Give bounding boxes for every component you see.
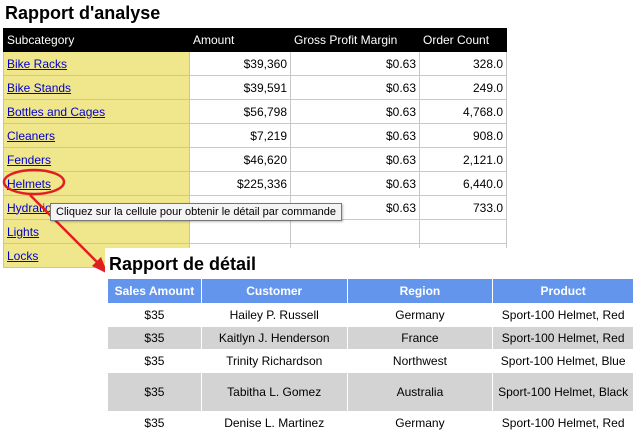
analysis-table: Subcategory Amount Gross Profit Margin O… [3, 28, 507, 268]
table-row: $35 Trinity Richardson Northwest Sport-100 … [107, 349, 634, 373]
amount-cell[interactable] [189, 219, 291, 244]
column-header-order-count: Order Count [419, 28, 507, 52]
gross-profit-margin-cell[interactable] [290, 219, 420, 244]
table-row: $35 Kaitlyn J. Henderson France Sport-100 H… [107, 326, 634, 350]
subcategory-cell: Bike Stands [3, 75, 190, 100]
subcategory-link[interactable]: Fenders [7, 153, 51, 167]
product-cell: Sport-100 Helmet, Black [492, 372, 634, 412]
customer-cell: Trinity Richardson [200, 349, 348, 373]
table-row: Fenders $46,620 $0.63 2,121.0 [3, 147, 507, 172]
order-count-cell[interactable]: 6,440.0 [419, 171, 507, 196]
drilldown-tooltip: Cliquez sur la cellule pour obtenir le d… [50, 203, 343, 221]
table-row: $35 Hailey P. Russell Germany Sport-100 Hel… [107, 303, 634, 327]
subcategory-link[interactable]: Lights [7, 225, 39, 239]
subcategory-link[interactable]: Bike Stands [7, 81, 71, 95]
product-cell: Sport-100 Helmet, Red [492, 303, 634, 327]
subcategory-cell: Bike Racks [3, 51, 190, 76]
sales-amount-cell: $35 [107, 303, 202, 327]
sales-amount-cell: $35 [107, 372, 202, 412]
amount-cell[interactable]: $56,798 [189, 99, 291, 124]
region-cell: France [346, 326, 494, 350]
column-header-sales-amount: Sales Amount [107, 278, 202, 304]
product-cell: Sport-100 Helmet, Blue [492, 349, 634, 373]
table-row: Cleaners $7,219 $0.63 908.0 [3, 123, 507, 148]
detail-report-title: Rapport de détail [109, 254, 257, 274]
sales-amount-cell: $35 [107, 411, 202, 435]
order-count-cell[interactable]: 4,768.0 [419, 99, 507, 124]
order-count-cell[interactable]: 908.0 [419, 123, 507, 148]
detail-table: Sales Amount Customer Region Product $35… [107, 278, 634, 435]
order-count-cell[interactable]: 2,121.0 [419, 147, 507, 172]
amount-cell[interactable]: $7,219 [189, 123, 291, 148]
subcategory-cell: Helmets [3, 171, 190, 196]
subcategory-link[interactable]: Cleaners [7, 129, 55, 143]
sales-amount-cell: $35 [107, 326, 202, 350]
gross-profit-margin-cell[interactable]: $0.63 [290, 171, 420, 196]
detail-header-row: Sales Amount Customer Region Product [107, 278, 634, 304]
subcategory-link[interactable]: Bottles and Cages [7, 105, 105, 119]
subcategory-cell: Fenders [3, 147, 190, 172]
column-header-amount: Amount [189, 28, 291, 52]
subcategory-link[interactable]: Helmets [7, 177, 51, 191]
customer-cell: Tabitha L. Gomez [200, 372, 348, 412]
subcategory-cell: Cleaners [3, 123, 190, 148]
column-header-region: Region [346, 278, 494, 304]
table-row: Lights [3, 219, 507, 244]
analysis-header-row: Subcategory Amount Gross Profit Margin O… [3, 28, 507, 52]
table-row: Bike Racks $39,360 $0.63 328.0 [3, 51, 507, 76]
column-header-customer: Customer [200, 278, 348, 304]
order-count-cell[interactable]: 733.0 [419, 195, 507, 220]
column-header-product: Product [492, 278, 634, 304]
sales-amount-cell: $35 [107, 349, 202, 373]
subcategory-cell: Lights [3, 219, 190, 244]
table-row: $35 Tabitha L. Gomez Australia Sport-100 He… [107, 372, 634, 412]
order-count-cell[interactable]: 328.0 [419, 51, 507, 76]
region-cell: Germany [346, 411, 494, 435]
amount-cell[interactable]: $39,360 [189, 51, 291, 76]
customer-cell: Hailey P. Russell [200, 303, 348, 327]
gross-profit-margin-cell[interactable]: $0.63 [290, 51, 420, 76]
customer-cell: Denise L. Martinez [200, 411, 348, 435]
table-row: Bottles and Cages $56,798 $0.63 4,768.0 [3, 99, 507, 124]
order-count-cell[interactable]: 249.0 [419, 75, 507, 100]
column-header-subcategory: Subcategory [3, 28, 190, 52]
region-cell: Australia [346, 372, 494, 412]
subcategory-link[interactable]: Locks [7, 249, 38, 263]
product-cell: Sport-100 Helmet, Red [492, 411, 634, 435]
amount-cell[interactable]: $39,591 [189, 75, 291, 100]
detail-report-panel: Rapport de détail Sales Amount Customer … [105, 248, 634, 435]
amount-cell[interactable]: $46,620 [189, 147, 291, 172]
order-count-cell[interactable] [419, 219, 507, 244]
gross-profit-margin-cell[interactable]: $0.63 [290, 123, 420, 148]
amount-cell[interactable]: $225,336 [189, 171, 291, 196]
product-cell: Sport-100 Helmet, Red [492, 326, 634, 350]
table-row: Helmets $225,336 $0.63 6,440.0 [3, 171, 507, 196]
table-row: Bike Stands $39,591 $0.63 249.0 [3, 75, 507, 100]
gross-profit-margin-cell[interactable]: $0.63 [290, 99, 420, 124]
region-cell: Germany [346, 303, 494, 327]
subcategory-link[interactable]: Bike Racks [7, 57, 67, 71]
region-cell: Northwest [346, 349, 494, 373]
table-row: $35 Denise L. Martinez Germany Sport-100 He… [107, 411, 634, 435]
analysis-report-title: Rapport d'analyse [5, 3, 161, 23]
gross-profit-margin-cell[interactable]: $0.63 [290, 75, 420, 100]
customer-cell: Kaitlyn J. Henderson [200, 326, 348, 350]
gross-profit-margin-cell[interactable]: $0.63 [290, 147, 420, 172]
subcategory-cell: Bottles and Cages [3, 99, 190, 124]
column-header-gross-profit-margin: Gross Profit Margin [290, 28, 420, 52]
